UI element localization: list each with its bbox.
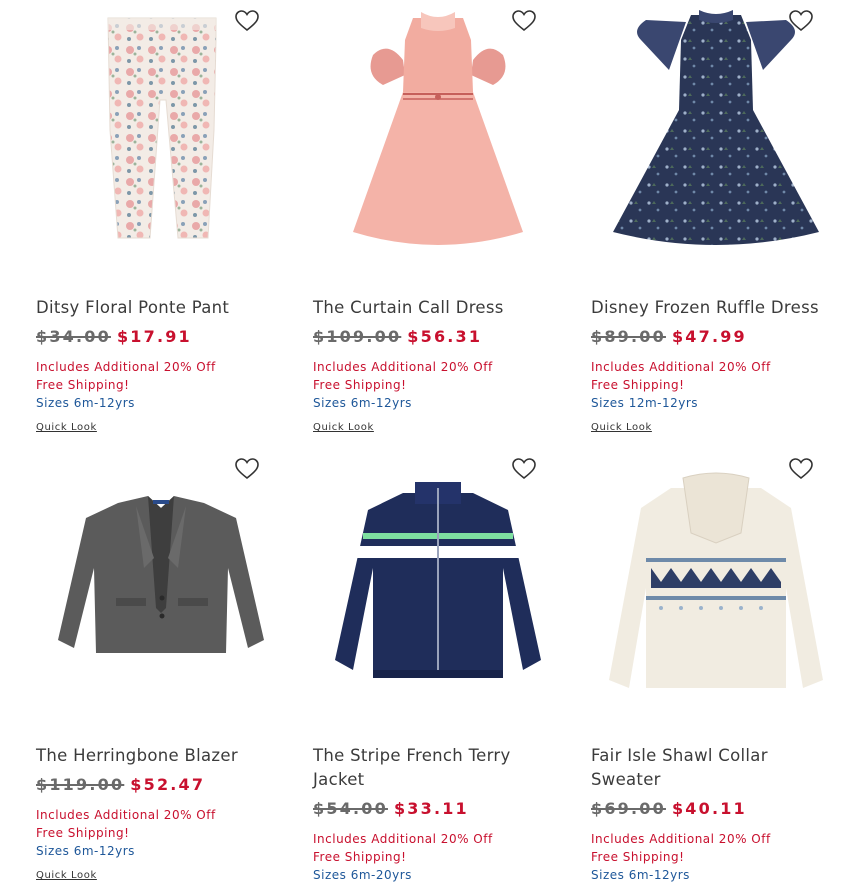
- price-row: $109.00 $56.31: [313, 327, 482, 349]
- product-image[interactable]: [313, 0, 563, 270]
- promo-text: Includes Additional 20% Off: [36, 808, 216, 822]
- product-grid: Ditsy Floral Ponte Pant $34.00 $17.91 Inc…: [0, 0, 846, 890]
- shipping-text: Free Shipping!: [591, 378, 685, 392]
- sale-price: $33.11: [393, 799, 469, 818]
- quick-look-link[interactable]: Quick Look: [313, 422, 374, 433]
- heart-outline-icon[interactable]: [234, 9, 260, 33]
- product-image[interactable]: [36, 448, 286, 718]
- product-name[interactable]: Ditsy Floral Ponte Pant: [36, 296, 286, 320]
- product-name[interactable]: The Herringbone Blazer: [36, 744, 286, 768]
- heart-outline-icon[interactable]: [511, 9, 537, 33]
- sale-price: $56.31: [407, 327, 483, 346]
- product-card[interactable]: The Herringbone Blazer $119.00 $52.47 Inc…: [36, 448, 286, 890]
- product-name[interactable]: Fair Isle Shawl Collar Sweater: [591, 744, 801, 792]
- promo-text: Includes Additional 20% Off: [313, 360, 493, 374]
- price-row: $119.00 $52.47: [36, 775, 205, 797]
- product-card[interactable]: Fair Isle Shawl Collar Sweater $69.00 $40…: [591, 448, 841, 890]
- price-row: $54.00 $33.11: [313, 799, 469, 821]
- heart-outline-icon[interactable]: [788, 457, 814, 481]
- promo-text: Includes Additional 20% Off: [313, 832, 493, 846]
- original-price: $54.00: [313, 799, 388, 818]
- product-name[interactable]: Disney Frozen Ruffle Dress: [591, 296, 841, 320]
- product-card[interactable]: The Stripe French Terry Jacket $54.00 $33…: [313, 448, 563, 890]
- original-price: $89.00: [591, 327, 666, 346]
- original-price: $69.00: [591, 799, 666, 818]
- shipping-text: Free Shipping!: [313, 378, 407, 392]
- sizes-text: Sizes 6m-12yrs: [36, 396, 135, 410]
- price-row: $69.00 $40.11: [591, 799, 747, 821]
- quick-look-link[interactable]: Quick Look: [36, 870, 97, 881]
- product-image[interactable]: [313, 448, 563, 718]
- product-card[interactable]: The Curtain Call Dress $109.00 $56.31 Inc…: [313, 0, 563, 440]
- original-price: $109.00: [313, 327, 402, 346]
- sale-price: $52.47: [130, 775, 206, 794]
- shipping-text: Free Shipping!: [591, 850, 685, 864]
- product-name[interactable]: The Stripe French Terry Jacket: [313, 744, 523, 792]
- quick-look-link[interactable]: Quick Look: [36, 422, 97, 433]
- sizes-text: Sizes 6m-12yrs: [591, 868, 690, 882]
- sizes-text: Sizes 6m-12yrs: [36, 844, 135, 858]
- sizes-text: Sizes 12m-12yrs: [591, 396, 699, 410]
- sale-price: $17.91: [116, 327, 192, 346]
- product-card[interactable]: Ditsy Floral Ponte Pant $34.00 $17.91 Inc…: [36, 0, 286, 440]
- heart-outline-icon[interactable]: [234, 457, 260, 481]
- price-row: $34.00 $17.91: [36, 327, 192, 349]
- shipping-text: Free Shipping!: [36, 378, 130, 392]
- original-price: $34.00: [36, 327, 111, 346]
- sizes-text: Sizes 6m-12yrs: [313, 396, 412, 410]
- price-row: $89.00 $47.99: [591, 327, 747, 349]
- heart-outline-icon[interactable]: [788, 9, 814, 33]
- sale-price: $40.11: [671, 799, 747, 818]
- product-image[interactable]: [36, 0, 286, 270]
- shipping-text: Free Shipping!: [313, 850, 407, 864]
- promo-text: Includes Additional 20% Off: [36, 360, 216, 374]
- product-name[interactable]: The Curtain Call Dress: [313, 296, 563, 320]
- sale-price: $47.99: [671, 327, 747, 346]
- heart-outline-icon[interactable]: [511, 457, 537, 481]
- shipping-text: Free Shipping!: [36, 826, 130, 840]
- product-image[interactable]: [591, 448, 841, 718]
- promo-text: Includes Additional 20% Off: [591, 832, 771, 846]
- quick-look-link[interactable]: Quick Look: [591, 422, 652, 433]
- product-image[interactable]: [591, 0, 841, 270]
- product-card[interactable]: Disney Frozen Ruffle Dress $89.00 $47.99 …: [591, 0, 841, 440]
- promo-text: Includes Additional 20% Off: [591, 360, 771, 374]
- sizes-text: Sizes 6m-20yrs: [313, 868, 412, 882]
- original-price: $119.00: [36, 775, 125, 794]
